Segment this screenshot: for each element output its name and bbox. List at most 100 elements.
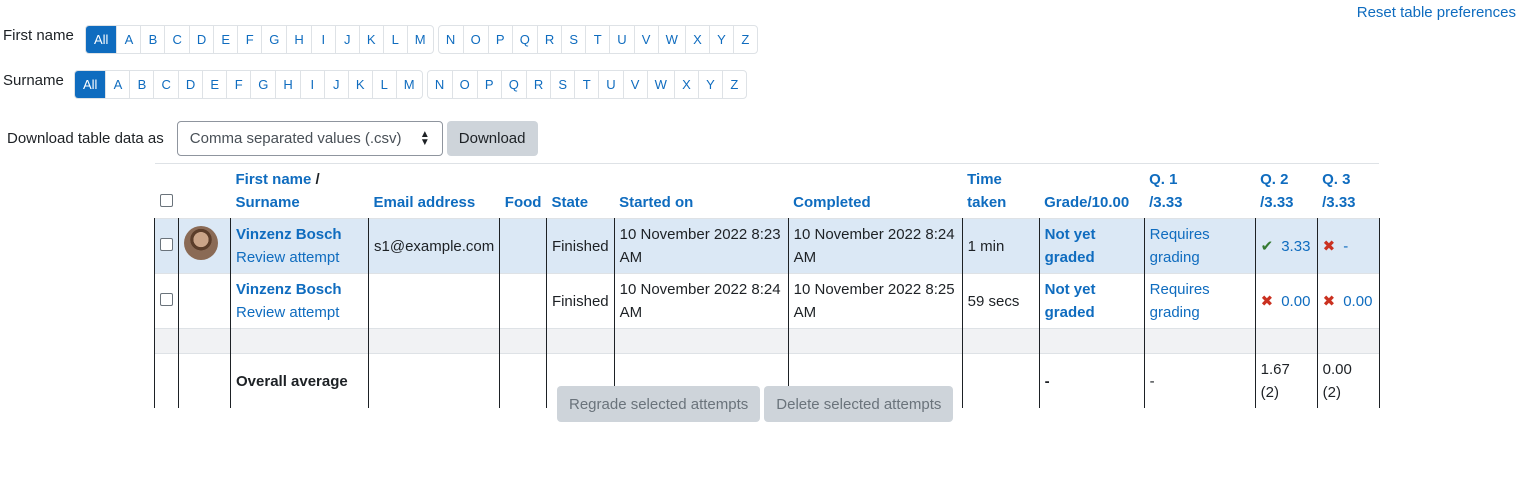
state-header[interactable]: State — [546, 163, 615, 219]
first-name-letter[interactable]: L — [382, 26, 407, 53]
review-attempt-link[interactable]: Review attempt — [236, 304, 339, 321]
surname-letter[interactable]: T — [574, 71, 598, 98]
first-name-letter[interactable]: O — [462, 26, 488, 53]
q3-link[interactable]: - — [1343, 238, 1348, 255]
grade-link[interactable]: Not yet graded — [1045, 281, 1096, 321]
user-name-link[interactable]: Vinzenz Bosch — [236, 281, 342, 298]
average-empty-cell — [178, 353, 231, 408]
first-name-letter[interactable]: I — [310, 26, 335, 53]
grade-link[interactable]: Not yet graded — [1045, 226, 1096, 266]
first-name-letter[interactable]: Y — [708, 26, 733, 53]
surname-letter[interactable]: P — [476, 71, 501, 98]
surname-sort-link[interactable]: Surname — [236, 194, 300, 211]
name-cell: Vinzenz Bosch Review attempt — [230, 218, 369, 274]
reset-table-preferences-link[interactable]: Reset table preferences — [1357, 4, 1516, 21]
q2-link[interactable]: 0.00 — [1281, 293, 1310, 310]
q2-header[interactable]: Q. 2/3.33 — [1255, 163, 1318, 219]
q1-link[interactable]: Requires grading — [1150, 281, 1210, 321]
started-header[interactable]: Started on — [614, 163, 789, 219]
surname-letter[interactable]: B — [129, 71, 153, 98]
first-name-letter[interactable]: E — [213, 26, 237, 53]
table-header-row: First name / Surname Email address Food S… — [154, 163, 1380, 219]
surname-letter[interactable]: J — [323, 71, 348, 98]
first-name-letter[interactable]: Q — [511, 26, 537, 53]
surname-letter[interactable]: H — [275, 71, 299, 98]
surname-letter[interactable]: D — [177, 71, 202, 98]
first-name-letters-group1: All A B C D E F G H I J K L M — [85, 25, 434, 54]
surname-letter[interactable]: Z — [721, 71, 746, 98]
q2-link[interactable]: 3.33 — [1281, 238, 1310, 255]
surname-letter[interactable]: C — [153, 71, 177, 98]
grade-header[interactable]: Grade/10.00 — [1039, 163, 1145, 219]
first-name-letter[interactable]: Z — [732, 26, 757, 53]
completed-cell: 10 November 2022 8:24 AM — [787, 218, 963, 274]
first-name-letter[interactable]: C — [164, 26, 188, 53]
review-attempt-link[interactable]: Review attempt — [236, 249, 339, 266]
surname-initials-bar: Surname All A B C D E F G H I J K L M N … — [3, 70, 747, 99]
surname-letter[interactable]: Y — [697, 71, 722, 98]
food-header[interactable]: Food — [499, 163, 547, 219]
surname-letter[interactable]: U — [598, 71, 622, 98]
surname-letter[interactable]: W — [646, 71, 674, 98]
first-name-letter[interactable]: S — [561, 26, 585, 53]
surname-all-button[interactable]: All — [75, 71, 106, 98]
download-button[interactable]: Download — [446, 121, 538, 156]
first-name-letter[interactable]: G — [261, 26, 286, 53]
average-q3-cell: 0.00 (2) — [1316, 353, 1380, 408]
row-select-checkbox[interactable] — [160, 237, 173, 251]
surname-letter[interactable]: F — [226, 71, 250, 98]
average-empty-cell — [961, 353, 1040, 408]
completed-header[interactable]: Completed — [788, 163, 963, 219]
first-name-letter[interactable]: T — [585, 26, 609, 53]
surname-letter[interactable]: G — [250, 71, 275, 98]
email-header[interactable]: Email address — [368, 163, 500, 219]
first-name-letter[interactable]: B — [140, 26, 164, 53]
q1-link[interactable]: Requires grading — [1150, 226, 1210, 266]
first-name-all-button[interactable]: All — [86, 26, 117, 53]
q1-header-line1: Q. 1 — [1149, 171, 1178, 188]
first-name-letter[interactable]: W — [657, 26, 685, 53]
time-taken-header[interactable]: Time taken — [962, 163, 1040, 219]
q3-link[interactable]: 0.00 — [1343, 293, 1372, 310]
surname-letter[interactable]: I — [299, 71, 324, 98]
surname-letter[interactable]: V — [622, 71, 647, 98]
first-name-letter[interactable]: F — [237, 26, 261, 53]
picture-cell — [178, 218, 231, 274]
surname-letter[interactable]: M — [395, 71, 422, 98]
first-name-letter[interactable]: U — [609, 26, 633, 53]
avatar[interactable] — [184, 225, 218, 260]
surname-letter[interactable]: S — [550, 71, 574, 98]
surname-letter[interactable]: Q — [500, 71, 526, 98]
first-name-letter[interactable]: R — [536, 26, 561, 53]
table-row: Vinzenz Bosch Review attempt Finished 10 … — [154, 273, 1380, 329]
surname-letter[interactable]: X — [673, 71, 698, 98]
delete-selected-button[interactable]: Delete selected attempts — [764, 386, 954, 422]
first-name-letter[interactable]: P — [487, 26, 512, 53]
first-name-sort-link[interactable]: First name — [236, 171, 312, 188]
name-header: First name / Surname — [230, 163, 369, 219]
first-name-letter[interactable]: D — [188, 26, 213, 53]
surname-letter[interactable]: A — [105, 71, 129, 98]
q1-header[interactable]: Q. 1/3.33 — [1144, 163, 1256, 219]
first-name-letter[interactable]: A — [116, 26, 140, 53]
surname-letter[interactable]: R — [525, 71, 550, 98]
first-name-letter[interactable]: K — [358, 26, 383, 53]
first-name-letter[interactable]: V — [633, 26, 658, 53]
surname-letter[interactable]: N — [428, 71, 452, 98]
first-name-letter[interactable]: N — [439, 26, 463, 53]
surname-letter[interactable]: O — [451, 71, 477, 98]
surname-letter[interactable]: L — [371, 71, 396, 98]
row-select-checkbox[interactable] — [160, 292, 173, 306]
user-name-link[interactable]: Vinzenz Bosch — [236, 226, 342, 243]
surname-letter[interactable]: K — [347, 71, 372, 98]
surname-letter[interactable]: E — [202, 71, 226, 98]
food-cell — [499, 273, 547, 329]
first-name-letter[interactable]: J — [334, 26, 359, 53]
first-name-letter[interactable]: H — [286, 26, 310, 53]
first-name-letter[interactable]: M — [406, 26, 433, 53]
regrade-selected-button[interactable]: Regrade selected attempts — [557, 386, 761, 422]
first-name-letter[interactable]: X — [684, 26, 709, 53]
download-format-select[interactable]: Comma separated values (.csv) ▲ ▼ — [176, 121, 443, 156]
select-all-checkbox[interactable] — [159, 194, 173, 207]
q3-header[interactable]: Q. 3/3.33 — [1317, 163, 1380, 219]
